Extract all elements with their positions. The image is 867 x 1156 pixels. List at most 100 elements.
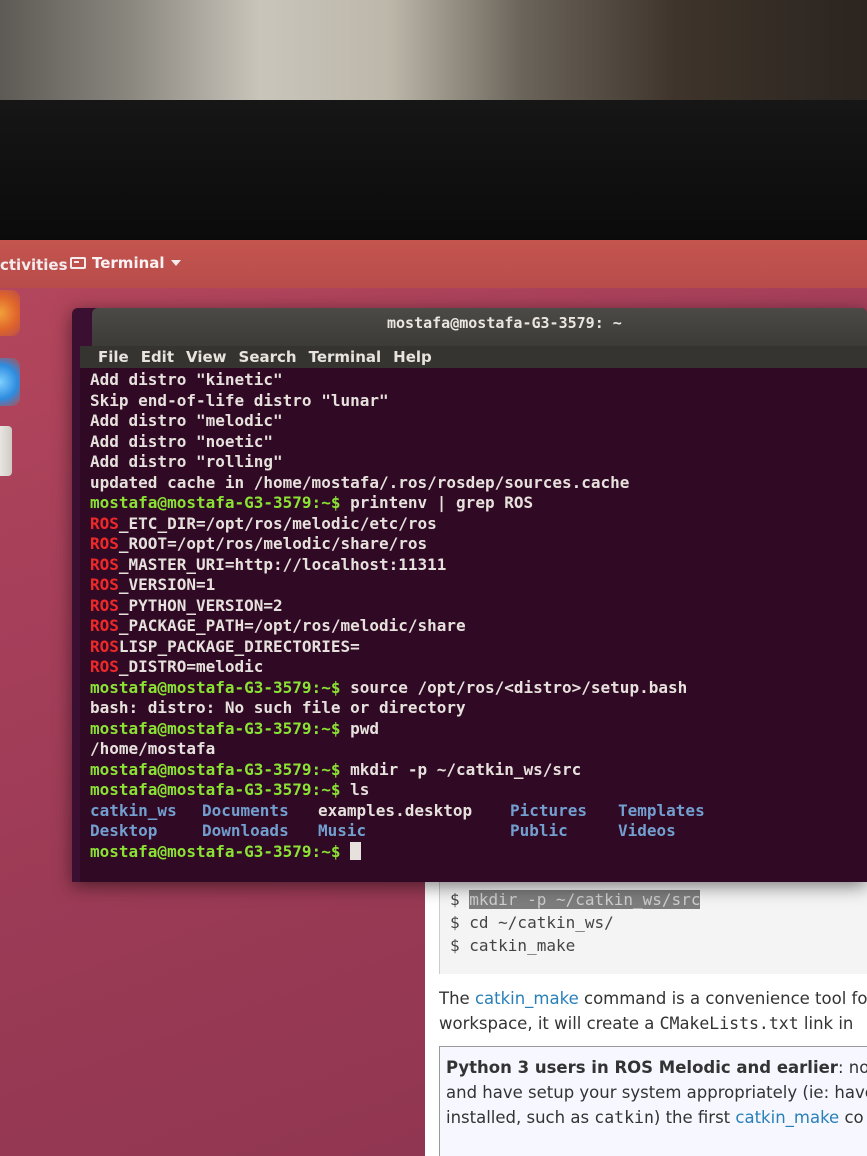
output-text: updated cache in /home/mostafa/.ros/rosd… [90,472,630,492]
catkin-code: catkin [594,1108,654,1127]
ls-row: catkin_ws Documents examples.desktop Pictur… [90,801,867,822]
terminal-line: updated cache in /home/mostafa/.ros/rosd… [90,473,867,494]
ls-directory: Templates [618,800,705,820]
ls-directory: Downloads [202,821,289,840]
menu-item-terminal[interactable]: Terminal [309,348,382,366]
terminal-line: ROS_ETC_DIR=/opt/ros/melodic/etc/ros [90,514,867,535]
code-line: $ mkdir -p ~/catkin_ws/src [450,888,867,911]
code-prompt: $ [450,890,470,909]
para-text: link in [798,1014,854,1033]
terminal-line: Add distro "noetic" [90,432,867,453]
python3-note: Python 3 users in ROS Melodic and earlie… [439,1046,867,1156]
output-text: /home/mostafa [90,739,216,758]
desktop-screen: ctivities Terminal $ mkdir -p ~/catkin_w… [0,240,867,1156]
command-text: pwd [340,718,379,738]
menu-item-search[interactable]: Search [239,348,297,366]
catkin-make-link[interactable]: catkin_make [475,989,579,1008]
ls-directory: Videos [618,821,676,840]
terminal-line: ROS_PACKAGE_PATH=/opt/ros/melodic/share [90,616,867,637]
ls-directory: Public [510,821,568,840]
code-prompt: $ [450,913,470,932]
env-key-match: ROS [90,513,119,533]
terminal-icon [70,257,86,269]
env-key-match: ROS [90,554,119,574]
terminal-line: mostafa@mostafa-G3-3579:~$ [90,841,867,863]
terminal-line: Add distro "rolling" [90,452,867,473]
terminal-line: ROS_PYTHON_VERSION=2 [90,596,867,617]
command-text: source /opt/ros/<distro>/setup.bash [340,677,688,697]
monitor-bezel [0,100,867,240]
command-text: mkdir -p ~/catkin_ws/src [340,759,582,779]
output-text: Add distro "melodic" [90,411,283,430]
ls-directory: catkin_ws [90,800,177,820]
output-text: Add distro "kinetic" [90,370,283,389]
thunderbird-icon[interactable] [0,358,20,406]
terminal-line: mostafa@mostafa-G3-3579:~$ pwd [90,719,867,740]
terminal-line: bash: distro: No such file or directory [90,698,867,719]
app-menu-label: Terminal [92,254,165,272]
app-menu-terminal[interactable]: Terminal [70,254,181,272]
env-value: _MASTER_URI=http://localhost:11311 [118,554,447,574]
activities-button[interactable]: ctivities [0,256,68,274]
env-value: _ETC_DIR=/opt/ros/melodic/etc/ros [118,513,437,533]
env-value: _ROOT=/opt/ros/melodic/share/ros [118,534,428,553]
terminal-line: mostafa@mostafa-G3-3579:~$ printenv | gr… [90,493,867,514]
output-text: bash: distro: No such file or directory [90,698,466,717]
terminal-window[interactable]: mostafa@mostafa-G3-3579: ~ File Edit View S… [72,308,867,882]
env-key-match: ROS [90,595,119,615]
terminal-line: Add distro "melodic" [90,411,867,432]
env-value: _DISTRO=melodic [118,657,264,676]
catkin-make-link-2[interactable]: catkin_make [735,1108,839,1127]
shell-prompt: mostafa@mostafa-G3-3579:~$ [90,841,341,861]
env-key-match: ROS [90,657,119,676]
cursor [350,841,362,860]
env-key-match: ROS [90,575,119,594]
firefox-icon[interactable] [0,290,20,336]
menu-item-help[interactable]: Help [393,348,432,366]
menu-item-file[interactable]: File [98,348,129,366]
ls-file: examples.desktop [318,800,473,820]
shell-prompt: mostafa@mostafa-G3-3579:~$ [90,493,341,512]
note-text: ) the first [653,1108,736,1127]
output-text: Skip end-of-life distro "lunar" [90,390,389,410]
ls-directory: Pictures [510,800,588,820]
env-value: _VERSION=1 [118,575,216,594]
terminal-menubar: File Edit View Search Terminal Help [80,346,867,368]
terminal-line: /home/mostafa [90,739,867,760]
shell-prompt: mostafa@mostafa-G3-3579:~$ [90,759,341,779]
terminal-titlebar[interactable]: mostafa@mostafa-G3-3579: ~ [92,308,867,346]
files-icon[interactable] [0,426,12,476]
ls-directory: Desktop [90,821,158,840]
para-text: The [439,989,475,1008]
terminal-line: ROS_ROOT=/opt/ros/melodic/share/ros [90,534,867,555]
para-text: command is a convenience tool fo [578,989,867,1008]
menu-item-edit[interactable]: Edit [141,348,174,366]
env-value: _PYTHON_VERSION=2 [118,595,283,615]
chevron-down-icon [170,260,181,266]
output-text: Add distro "noetic" [90,431,274,451]
top-bar: ctivities Terminal [0,240,867,288]
terminal-line: ROSLISP_PACKAGE_DIRECTORIES= [90,637,867,658]
note-text: installed, such as [446,1108,595,1127]
note-heading: Python 3 users in ROS Melodic and earlie… [446,1058,838,1077]
terminal-output[interactable]: Add distro "kinetic" Skip end-of-life dis… [80,368,867,882]
note-text: : note [837,1058,867,1077]
env-value: _PACKAGE_PATH=/opt/ros/melodic/share [118,616,466,635]
shell-prompt: mostafa@mostafa-G3-3579:~$ [90,718,341,738]
terminal-line: mostafa@mostafa-G3-3579:~$ source /opt/r… [90,678,867,699]
code-text: catkin_make [469,936,576,955]
env-key-match: ROS [90,636,119,656]
terminal-line: mostafa@mostafa-G3-3579:~$ mkdir -p ~/ca… [90,760,867,781]
shell-prompt: mostafa@mostafa-G3-3579:~$ [90,780,341,799]
code-line: $ cd ~/catkin_ws/ [450,911,867,934]
code-line: $ catkin_make [450,934,867,957]
env-key-match: ROS [90,616,119,635]
terminal-line: ROS_VERSION=1 [90,575,867,596]
ls-row: Desktop Downloads Music Public Videos [90,821,867,842]
terminal-line: Add distro "kinetic" [90,370,867,391]
shell-prompt: mostafa@mostafa-G3-3579:~$ [90,677,341,697]
menu-item-view[interactable]: View [186,348,227,366]
paragraph: The catkin_make command is a convenience… [439,986,867,1036]
output-text: Add distro "rolling" [90,452,283,471]
para-text: workspace, it will create a [439,1014,660,1033]
